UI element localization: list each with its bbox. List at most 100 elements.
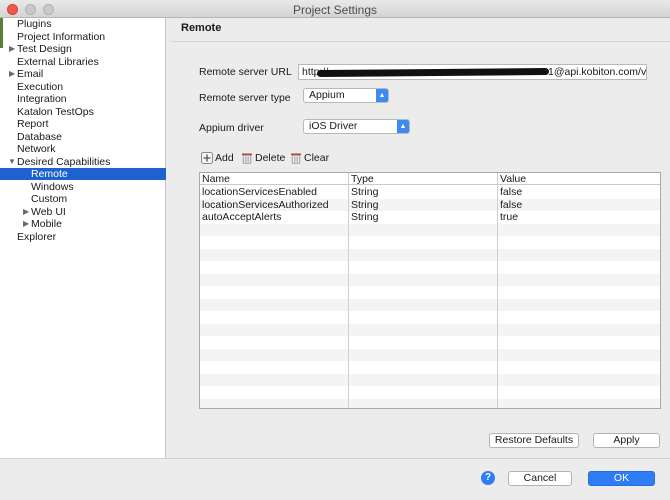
empty-row [200, 223, 660, 236]
expand-arrow-icon[interactable]: ▶ [23, 206, 31, 218]
empty-row [200, 311, 660, 324]
cell-name[interactable]: autoAcceptAlerts [202, 211, 281, 223]
remote-server-url-field[interactable]: http:// 1@api.kobiton.com/v [298, 64, 647, 80]
expand-arrow-icon[interactable]: ▶ [9, 43, 17, 55]
panel-title: Remote [181, 22, 222, 34]
restore-defaults-button[interactable]: Restore Defaults [489, 433, 579, 448]
empty-row [200, 273, 660, 286]
tree-item-label: Execution [17, 80, 64, 93]
select-caret-icon: ▲ [376, 89, 388, 102]
divider [0, 458, 670, 459]
column-header-value[interactable]: Value [500, 173, 526, 185]
table-row[interactable]: locationServicesAuthorized String false [200, 198, 660, 211]
delete-button[interactable]: Delete [241, 151, 285, 165]
tree-item-label: Database [17, 130, 62, 143]
tree-item-execution[interactable]: Execution [0, 81, 166, 93]
cell-value[interactable]: false [500, 199, 522, 211]
table-row[interactable]: locationServicesEnabled String false [200, 186, 660, 199]
url-label: Remote server URL [199, 66, 292, 78]
cell-type[interactable]: String [351, 211, 378, 223]
tree-item-desired-capabilities[interactable]: ▼ Desired Capabilities [0, 156, 166, 168]
divider [171, 41, 670, 42]
add-label: Add [215, 152, 234, 164]
server-type-value: Appium [309, 89, 345, 101]
cell-value[interactable]: false [500, 186, 522, 198]
tree-item-label: Windows [31, 180, 74, 193]
expand-arrow-icon[interactable]: ▶ [23, 218, 31, 230]
tree-item-label: External Libraries [17, 55, 99, 68]
empty-row [200, 286, 660, 299]
title-bar: Project Settings [0, 0, 670, 18]
column-header-type[interactable]: Type [351, 173, 374, 185]
empty-row [200, 298, 660, 311]
tree-item-label: Web UI [31, 205, 66, 218]
tree-item-label: Explorer [17, 230, 57, 243]
empty-row [200, 261, 660, 274]
cell-type[interactable]: String [351, 199, 378, 211]
driver-value: iOS Driver [309, 120, 358, 132]
tree-item-label: Mobile [31, 218, 62, 230]
select-caret-icon: ▲ [397, 120, 409, 133]
tree-item-label: Integration [17, 93, 67, 105]
empty-row [200, 248, 660, 261]
tree-item-label: Remote [31, 168, 68, 180]
tree-item-custom[interactable]: Custom [0, 193, 166, 205]
tree-item-label: Report [17, 118, 49, 130]
clear-label: Clear [304, 152, 330, 164]
collapse-arrow-icon[interactable]: ▼ [8, 156, 16, 168]
tree-item-label: Project Information [17, 30, 106, 43]
tree-item-label: Plugins [17, 18, 52, 30]
tree-item-network[interactable]: Network [0, 143, 166, 155]
appium-driver-select[interactable]: iOS Driver ▲ [303, 119, 410, 134]
ok-button[interactable]: OK [588, 471, 655, 486]
help-icon[interactable]: ? [481, 471, 495, 485]
column-divider[interactable] [348, 173, 349, 408]
server-type-label: Remote server type [199, 92, 291, 104]
cell-type[interactable]: String [351, 186, 378, 198]
expand-arrow-icon[interactable]: ▶ [9, 68, 17, 80]
tree-item-external-libraries[interactable]: External Libraries [0, 56, 166, 68]
tree-item-label: Email [17, 68, 44, 80]
tree-item-windows[interactable]: Windows [0, 181, 166, 193]
empty-row [200, 336, 660, 349]
tree-item-integration[interactable]: Integration [0, 93, 166, 105]
column-divider[interactable] [497, 173, 498, 408]
empty-row [200, 323, 660, 336]
server-type-select[interactable]: Appium ▲ [303, 88, 389, 103]
tree-item-project-information[interactable]: Project Information [0, 31, 166, 43]
tree-item-label: Custom [31, 193, 68, 205]
tree-item-web-ui[interactable]: ▶ Web UI [0, 206, 166, 218]
tree-item-remote[interactable]: Remote [0, 168, 166, 180]
tree-item-label: Test Design [17, 43, 72, 55]
empty-row [200, 373, 660, 386]
tree-item-mobile[interactable]: ▶ Mobile [0, 218, 166, 230]
tree-item-explorer[interactable]: Explorer [0, 231, 166, 243]
tree-item-plugins[interactable]: Plugins [0, 18, 166, 30]
tree-item-report[interactable]: Report [0, 118, 166, 130]
settings-tree[interactable]: Plugins Project Information ▶ Test Desig… [0, 18, 166, 458]
url-suffix: 1@api.kobiton.com/v [548, 66, 647, 78]
apply-button[interactable]: Apply [593, 433, 660, 448]
tree-item-katalon-testops[interactable]: Katalon TestOps [0, 106, 166, 118]
table-header: Name Type Value [200, 173, 660, 185]
window-title: Project Settings [292, 3, 378, 17]
cell-name[interactable]: locationServicesEnabled [202, 186, 317, 198]
capabilities-table[interactable]: Name Type Value locationServicesEnabled … [199, 172, 661, 409]
trash-icon [291, 153, 301, 164]
empty-row [200, 386, 660, 399]
table-row[interactable]: autoAcceptAlerts String true [200, 211, 660, 224]
tree-item-test-design[interactable]: ▶ Test Design [0, 43, 166, 55]
cancel-button[interactable]: Cancel [508, 471, 572, 486]
cell-name[interactable]: locationServicesAuthorized [202, 199, 329, 211]
empty-row [200, 236, 660, 249]
column-header-name[interactable]: Name [202, 173, 230, 185]
tree-item-label: Network [17, 143, 56, 155]
driver-label: Appium driver [199, 122, 264, 134]
trash-icon [242, 153, 252, 164]
add-button[interactable]: Add [201, 151, 235, 165]
empty-row [200, 348, 660, 361]
tree-item-database[interactable]: Database [0, 131, 166, 143]
tree-item-email[interactable]: ▶ Email [0, 68, 166, 80]
clear-button[interactable]: Clear [290, 151, 330, 165]
cell-value[interactable]: true [500, 211, 518, 223]
